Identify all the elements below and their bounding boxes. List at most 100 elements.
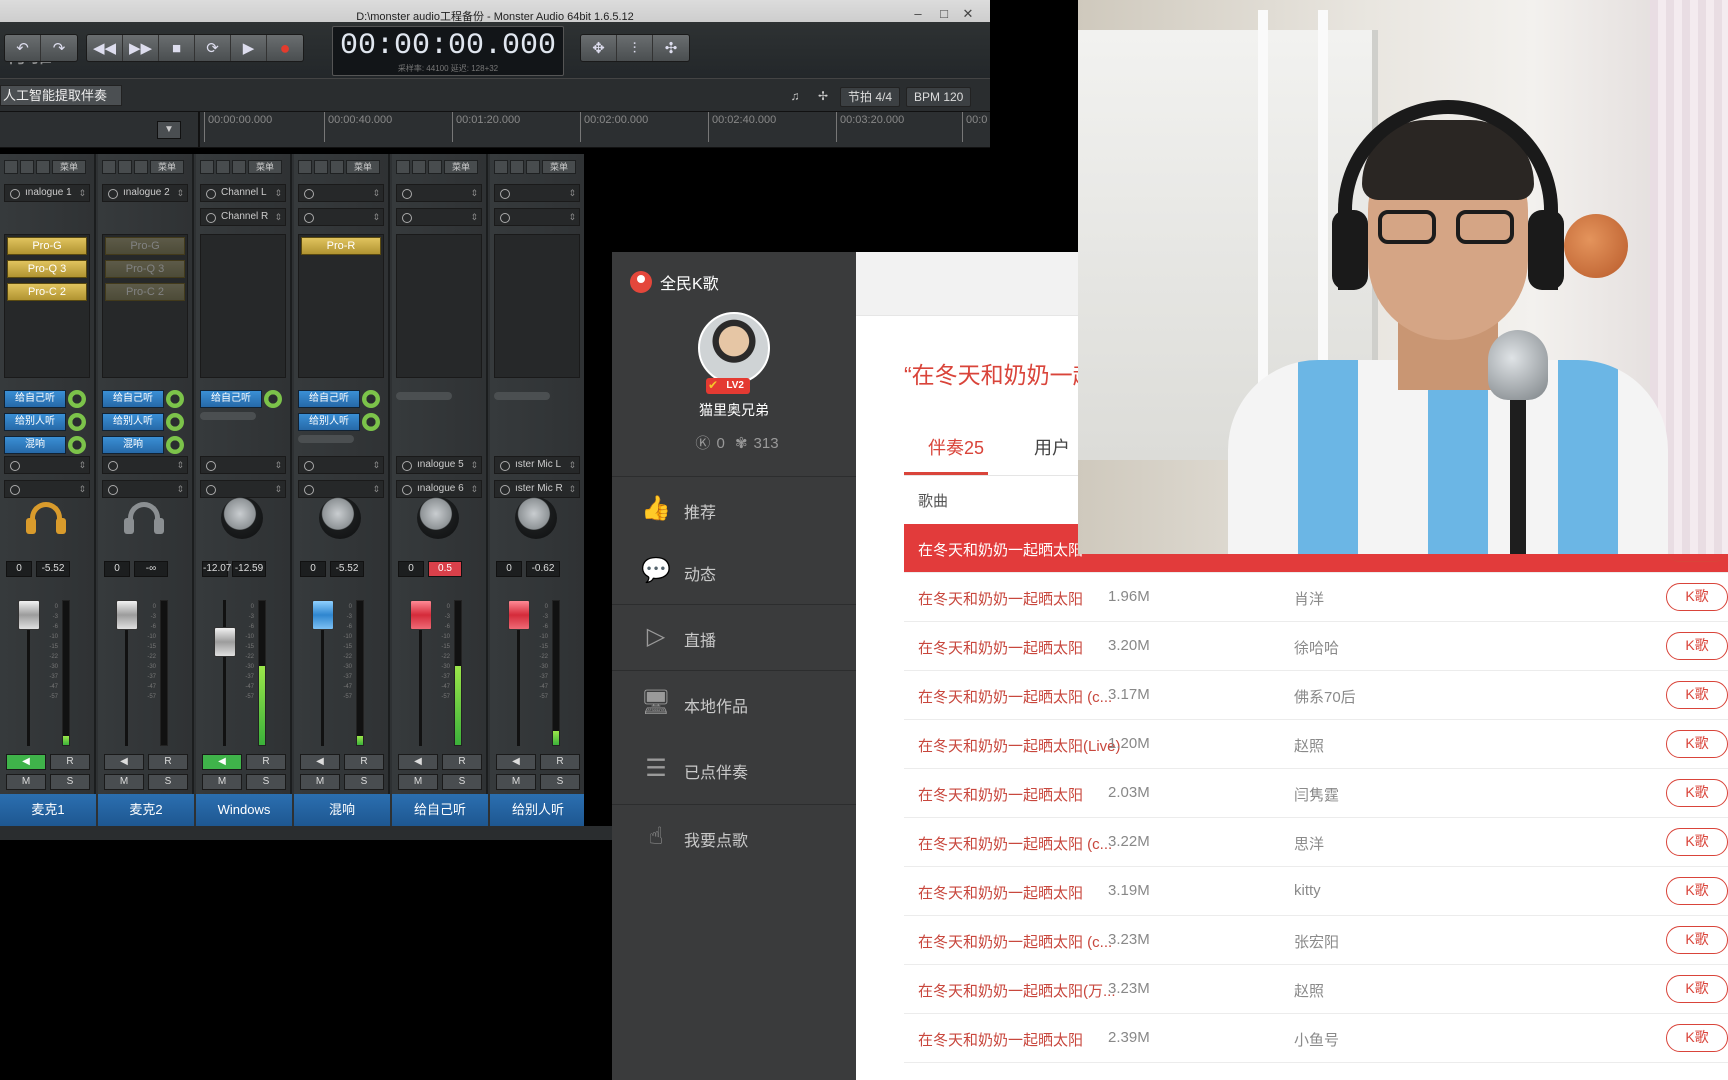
song-title[interactable]: 在冬天和奶奶一起晒太阳 [918, 637, 1083, 658]
minimize-button[interactable]: – [908, 5, 928, 23]
record-arm-button[interactable]: R [50, 754, 90, 770]
bpm-display[interactable]: BPM 120 [906, 87, 972, 107]
strip-btn[interactable] [330, 160, 344, 174]
strip-btn[interactable] [20, 160, 34, 174]
stop-icon[interactable]: ■ [159, 35, 195, 61]
solo-button[interactable]: S [246, 774, 286, 790]
send-button[interactable]: 给别人听 [298, 413, 360, 431]
strip-name[interactable]: 麦克2 [98, 794, 194, 826]
nav-item-recommend[interactable]: 👍 推荐 [612, 476, 856, 542]
pan-knob[interactable] [319, 497, 361, 539]
monitor-toggle[interactable]: ◀ [496, 754, 536, 770]
monitor-toggle[interactable]: ◀ [300, 754, 340, 770]
mute-button[interactable]: M [104, 774, 144, 790]
table-row[interactable]: 在冬天和奶奶一起晒太阳(Live) 1.20M 赵照 K歌 [904, 720, 1728, 769]
rewind-icon[interactable]: ◀◀ [87, 35, 123, 61]
metronome-icon[interactable]: ♫ [786, 87, 804, 105]
song-title[interactable]: 在冬天和奶奶一起晒太阳 (c... [918, 833, 1112, 854]
insert-slots[interactable]: Pro-G Pro-Q 3 Pro-C 2 [4, 234, 90, 378]
song-title[interactable]: 在冬天和奶奶一起晒太阳 [918, 882, 1083, 903]
timeline-ruler[interactable]: ▼ 00:00:00.000 00:00:40.000 00:01:20.000… [0, 112, 990, 148]
power-icon[interactable] [200, 160, 214, 174]
input-select[interactable] [494, 184, 580, 202]
output-select-2[interactable] [298, 480, 384, 498]
solo-button[interactable]: S [148, 774, 188, 790]
send-button[interactable]: 混响 [4, 436, 66, 454]
headphones-icon[interactable] [124, 500, 164, 536]
song-title[interactable]: 在冬天和奶奶一起晒太阳(万... [918, 980, 1116, 1001]
mute-button[interactable]: M [6, 774, 46, 790]
sing-button[interactable]: K歌 [1666, 730, 1728, 758]
output-select-2[interactable]: ınalogue 6 [396, 480, 482, 498]
strip-btn[interactable] [314, 160, 328, 174]
send-button[interactable]: 给自己听 [200, 390, 262, 408]
time-signature[interactable]: 节拍 4/4 [840, 87, 901, 107]
loop-icon[interactable]: ⟳ [195, 35, 231, 61]
input-select[interactable]: ınalogue 1 [4, 184, 90, 202]
plugin-slot[interactable]: Pro-Q 3 [7, 260, 87, 278]
nav-item-feed[interactable]: 💬 动态 [612, 538, 856, 604]
track-menu-button[interactable]: ▼ [157, 121, 181, 139]
send-level-knob[interactable] [68, 390, 86, 408]
strip-name[interactable]: 麦克1 [0, 794, 96, 826]
volume-fader[interactable] [410, 600, 432, 630]
mute-button[interactable]: M [398, 774, 438, 790]
send-button[interactable]: 给自己听 [298, 390, 360, 408]
mute-button[interactable]: M [202, 774, 242, 790]
solo-button[interactable]: S [540, 774, 580, 790]
song-title[interactable]: 在冬天和奶奶一起晒太阳 [918, 784, 1083, 805]
singer-name[interactable]: 思洋 [1294, 833, 1324, 854]
output-select[interactable]: ıster Mic L [494, 456, 580, 474]
nav-item-ordered[interactable]: ☰ 已点伴奏 [612, 736, 856, 802]
send-level-knob[interactable] [166, 436, 184, 454]
singer-name[interactable]: 徐哈哈 [1294, 637, 1339, 658]
plugin-slot[interactable]: Pro-Q 3 [105, 260, 185, 278]
strip-name[interactable]: Windows [196, 794, 292, 826]
send-level-knob[interactable] [362, 413, 380, 431]
sing-button[interactable]: K歌 [1666, 877, 1728, 905]
monitor-toggle[interactable]: ◀ [104, 754, 144, 770]
table-row[interactable]: 在冬天和奶奶一起晒太阳 (c... 3.23M 张宏阳 K歌 [904, 916, 1728, 965]
record-icon[interactable]: ● [267, 35, 303, 61]
strip-btn[interactable] [118, 160, 132, 174]
output-select-2[interactable]: ıster Mic R [494, 480, 580, 498]
tab-users[interactable]: 用户 [1034, 434, 1070, 460]
song-title[interactable]: 在冬天和奶奶一起晒太阳 [918, 588, 1083, 609]
table-row[interactable]: 在冬天和奶奶一起晒太阳 3.19M kitty K歌 [904, 867, 1728, 916]
input-select-2[interactable] [494, 208, 580, 226]
strip-menu-button[interactable]: 菜单 [248, 160, 282, 174]
tab-accompaniment[interactable]: 伴奏25 [928, 434, 984, 460]
pan-knob[interactable] [221, 497, 263, 539]
monitor-toggle[interactable]: ◀ [398, 754, 438, 770]
strip-btn[interactable] [412, 160, 426, 174]
fade-tool-icon[interactable]: ✣ [653, 35, 689, 61]
singer-name[interactable]: 张宏阳 [1294, 931, 1339, 952]
strip-menu-button[interactable]: 菜单 [346, 160, 380, 174]
fast-forward-icon[interactable]: ▶▶ [123, 35, 159, 61]
singer-name[interactable]: 小鱼号 [1294, 1029, 1339, 1050]
snap-icon[interactable]: ✢ [814, 87, 832, 105]
strip-menu-button[interactable]: 菜单 [542, 160, 576, 174]
maximize-button[interactable]: □ [934, 5, 954, 23]
send-button[interactable]: 给别人听 [4, 413, 66, 431]
insert-slots[interactable] [494, 234, 580, 378]
insert-slots[interactable] [396, 234, 482, 378]
strip-btn[interactable] [510, 160, 524, 174]
input-select-2[interactable]: Channel R [200, 208, 286, 226]
strip-btn[interactable] [232, 160, 246, 174]
output-select[interactable] [102, 456, 188, 474]
singer-name[interactable]: 肖洋 [1294, 588, 1324, 609]
mixer-scrollbar[interactable] [0, 826, 612, 840]
mute-button[interactable]: M [300, 774, 340, 790]
sing-button[interactable]: K歌 [1666, 681, 1728, 709]
sing-button[interactable]: K歌 [1666, 632, 1728, 660]
output-select-2[interactable] [200, 480, 286, 498]
send-level-knob[interactable] [362, 390, 380, 408]
headphones-icon[interactable] [26, 500, 66, 536]
send-button[interactable]: 给自己听 [4, 390, 66, 408]
plugin-slot[interactable]: Pro-C 2 [7, 283, 87, 301]
split-tool-icon[interactable]: ⫶ [617, 35, 653, 61]
song-title[interactable]: 在冬天和奶奶一起晒太阳 [918, 539, 1083, 560]
send-level-knob[interactable] [68, 413, 86, 431]
table-row[interactable]: 在冬天和奶奶一起晒太阳 3.20M 徐哈哈 K歌 [904, 622, 1728, 671]
